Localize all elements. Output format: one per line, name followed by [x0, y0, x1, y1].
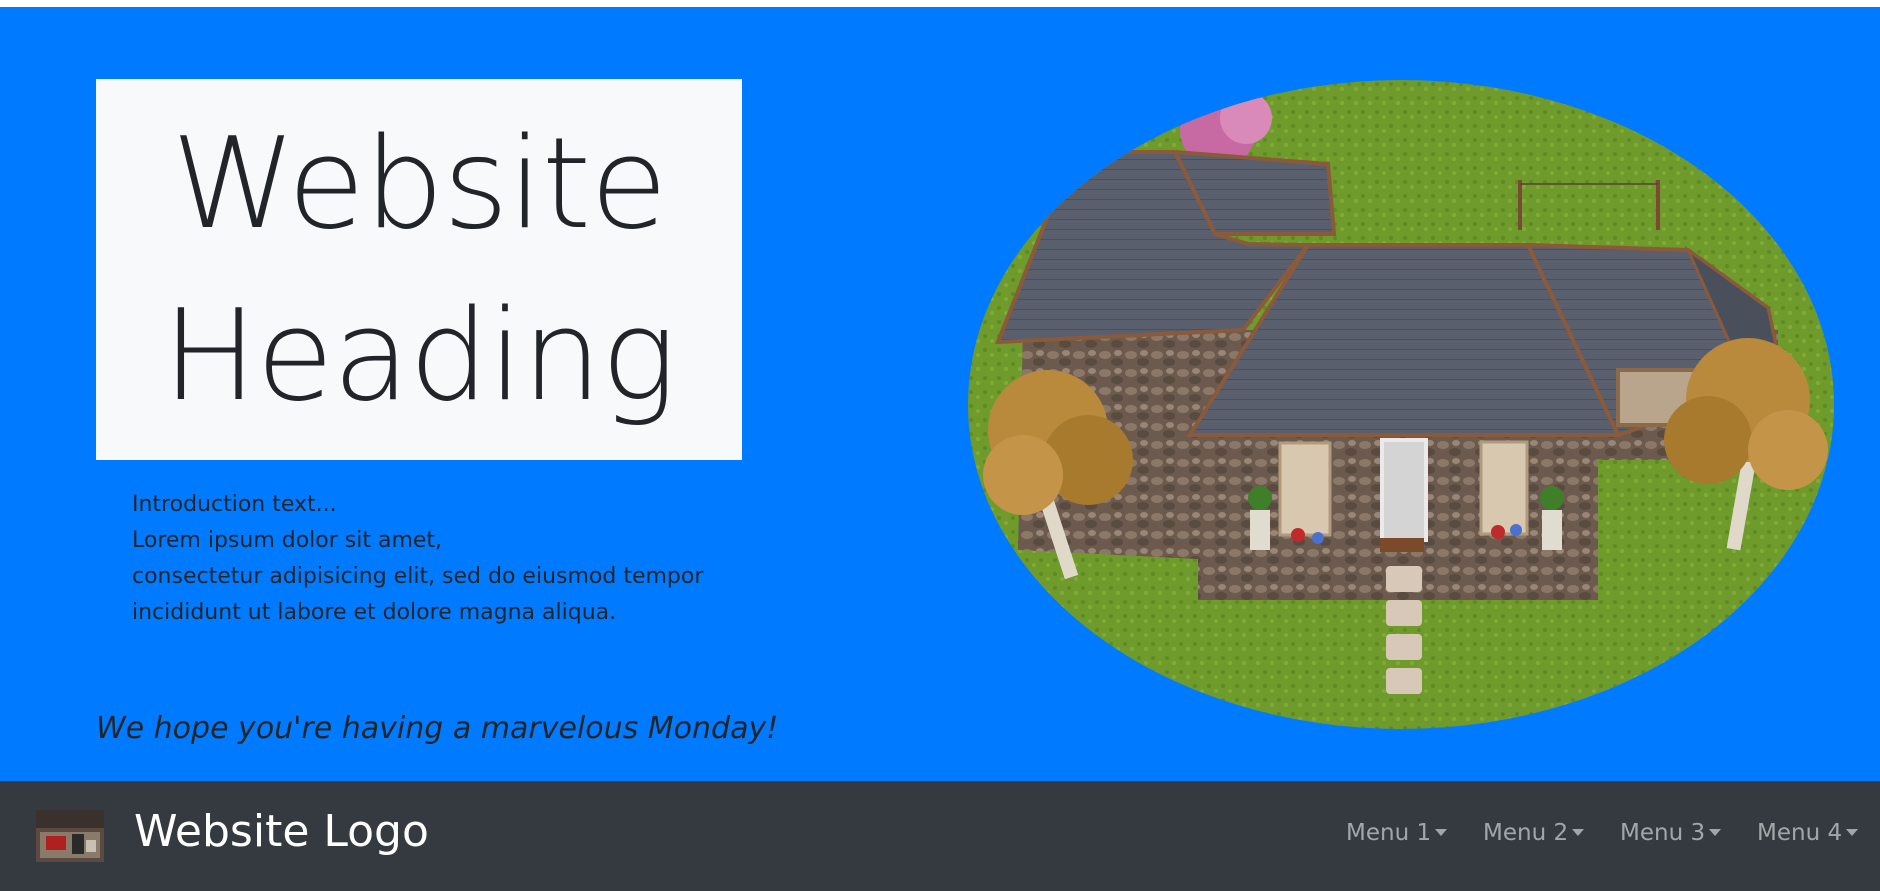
top-strip — [0, 0, 1880, 7]
menu-label: Menu 2 — [1483, 820, 1569, 846]
page-title-line-2: Heading — [162, 281, 677, 429]
hero-section: Website Heading Introduction text... Lor… — [0, 7, 1880, 781]
menu-4-dropdown[interactable]: Menu 4 — [1757, 820, 1859, 846]
caret-down-icon — [1709, 829, 1722, 836]
menu-2-dropdown[interactable]: Menu 2 — [1483, 820, 1585, 846]
caret-down-icon — [1435, 829, 1448, 836]
menu-label: Menu 4 — [1757, 820, 1843, 846]
brand-logo-text[interactable]: Website Logo — [134, 806, 429, 857]
page-title-line-1: Website — [171, 110, 667, 258]
logo-image[interactable] — [36, 810, 104, 862]
menu-label: Menu 3 — [1620, 820, 1706, 846]
intro-line: Introduction text... — [132, 492, 337, 517]
page-title: Website Heading — [162, 98, 677, 441]
heading-box: Website Heading — [96, 79, 742, 460]
caret-down-icon — [1572, 829, 1585, 836]
intro-line: Lorem ipsum dolor sit amet, — [132, 528, 443, 553]
caret-down-icon — [1846, 829, 1859, 836]
menu-3-dropdown[interactable]: Menu 3 — [1620, 820, 1722, 846]
intro-line: incididunt ut labore et dolore magna ali… — [132, 600, 617, 625]
greeting-text: We hope you're having a marvelous Monday… — [96, 711, 779, 746]
navbar: Website Logo Menu 1 Menu 2 Menu 3 Menu 4 — [0, 781, 1880, 891]
menu-1-dropdown[interactable]: Menu 1 — [1346, 820, 1448, 846]
intro-line: consectetur adipisicing elit, sed do eiu… — [132, 564, 704, 589]
menu-label: Menu 1 — [1346, 820, 1432, 846]
intro-text: Introduction text... Lorem ipsum dolor s… — [132, 487, 752, 631]
house-image — [968, 80, 1834, 729]
